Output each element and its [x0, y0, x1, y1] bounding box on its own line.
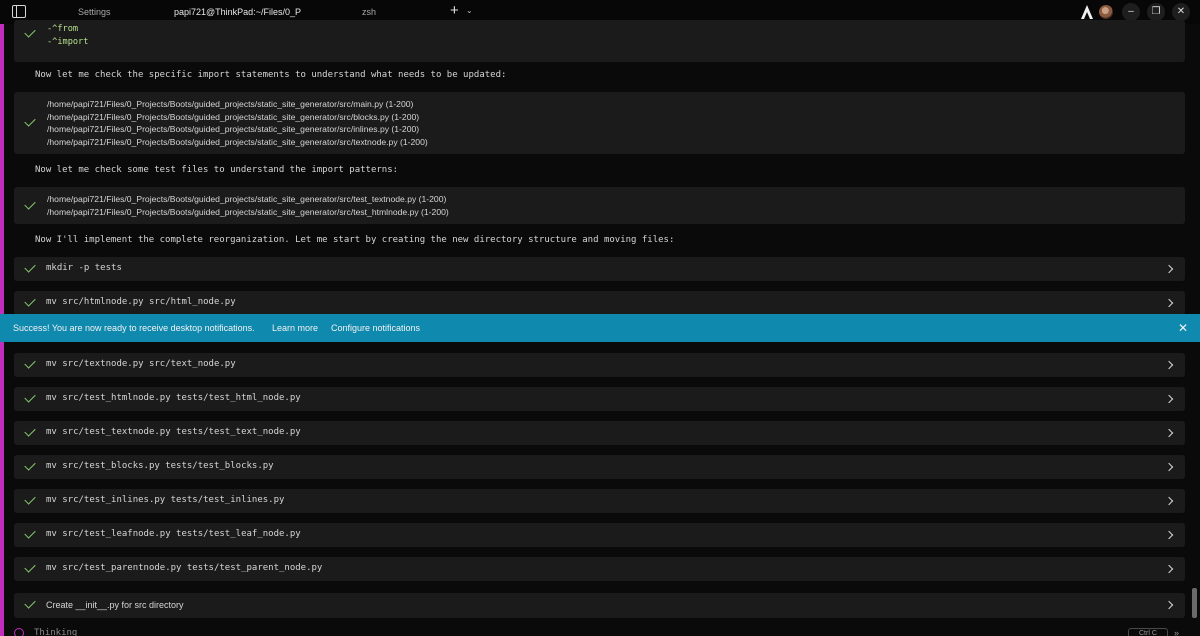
read-file-list: /home/papi721/Files/0_Projects/Boots/gui… [47, 98, 428, 148]
file-path: /home/papi721/Files/0_Projects/Boots/gui… [47, 136, 428, 147]
close-icon[interactable]: ✕ [1178, 314, 1188, 342]
chevron-right-icon[interactable] [1164, 264, 1174, 274]
check-icon [24, 425, 36, 437]
check-icon [24, 295, 36, 307]
chevron-right-icon[interactable] [1164, 564, 1174, 574]
chevron-right-icon[interactable] [1164, 428, 1174, 438]
avatar[interactable] [1099, 5, 1113, 19]
command-text: mv src/textnode.py src/text_node.py [46, 359, 236, 369]
command-block[interactable]: mv src/test_parentnode.py tests/test_par… [14, 557, 1185, 581]
chevron-right-icon[interactable] [1164, 360, 1174, 370]
check-icon [24, 459, 36, 471]
grep-patterns: -^from -^import [47, 23, 88, 48]
command-text: mv src/test_blocks.py tests/test_blocks.… [46, 461, 274, 471]
assistant-message: Now I'll implement the complete reorgani… [35, 235, 675, 245]
fast-forward-icon[interactable]: » [1174, 628, 1179, 636]
brand-logo-icon [1081, 5, 1093, 19]
thinking-status: Thinking [34, 628, 78, 636]
command-block[interactable]: Create __init__.py for src directory [14, 593, 1185, 618]
file-path: /home/papi721/Files/0_Projects/Boots/gui… [47, 111, 420, 122]
chevron-right-icon[interactable] [1164, 462, 1174, 472]
check-icon [24, 115, 36, 127]
file-path: /home/papi721/Files/0_Projects/Boots/gui… [47, 194, 447, 204]
check-icon [24, 561, 36, 573]
sidebar-toggle-icon[interactable] [12, 5, 26, 18]
new-tab-button[interactable]: + [450, 2, 459, 19]
read-file-list: /home/papi721/Files/0_Projects/Boots/gui… [47, 193, 449, 218]
file-path: /home/papi721/Files/0_Projects/Boots/gui… [47, 206, 449, 217]
check-icon [24, 357, 36, 369]
grep-result-block[interactable]: -^from -^import [14, 20, 1185, 62]
command-block[interactable]: mv src/test_textnode.py tests/test_text_… [14, 421, 1185, 445]
file-path: /home/papi721/Files/0_Projects/Boots/gui… [47, 124, 420, 134]
command-text: mv src/test_inlines.py tests/test_inline… [46, 495, 285, 505]
command-block[interactable]: mv src/textnode.py src/text_node.py [14, 353, 1185, 377]
notification-banner: Success! You are now ready to receive de… [0, 314, 1200, 342]
check-icon [24, 493, 36, 505]
chevron-right-icon[interactable] [1164, 496, 1174, 506]
command-text: mkdir -p tests [46, 263, 122, 273]
minimize-button[interactable]: – [1122, 3, 1140, 21]
assistant-message: Now let me check some test files to unde… [35, 165, 399, 175]
grep-pattern-import: -^import [47, 36, 89, 47]
command-text: Create __init__.py for src directory [46, 600, 184, 610]
file-path: /home/papi721/Files/0_Projects/Boots/gui… [47, 99, 414, 109]
command-text: mv src/test_htmlnode.py tests/test_html_… [46, 393, 301, 403]
command-text: mv src/test_leafnode.py tests/test_leaf_… [46, 529, 301, 539]
check-icon [24, 26, 36, 38]
check-icon [24, 391, 36, 403]
assistant-message: Now let me check the specific import sta… [35, 70, 507, 80]
grep-pattern-from: -^from [47, 24, 79, 34]
command-text: mv src/test_parentnode.py tests/test_par… [46, 563, 323, 573]
cancel-shortcut-hint[interactable]: Ctrl C [1128, 628, 1168, 636]
command-block[interactable]: mv src/test_inlines.py tests/test_inline… [14, 489, 1185, 513]
command-block[interactable]: mkdir -p tests [14, 257, 1185, 281]
check-icon [24, 261, 36, 273]
scrollbar-thumb[interactable] [1192, 588, 1197, 618]
chevron-right-icon[interactable] [1164, 600, 1174, 610]
command-block[interactable]: mv src/htmlnode.py src/html_node.py [14, 291, 1185, 315]
thinking-spinner-icon [14, 628, 24, 636]
check-icon [24, 527, 36, 539]
chevron-down-icon[interactable]: ⌄ [466, 6, 473, 15]
check-icon [24, 597, 36, 609]
read-files-block[interactable]: /home/papi721/Files/0_Projects/Boots/gui… [14, 187, 1185, 224]
command-block[interactable]: mv src/test_htmlnode.py tests/test_html_… [14, 387, 1185, 411]
check-icon [24, 198, 36, 210]
configure-notifications-link[interactable]: Configure notifications [331, 314, 420, 342]
chevron-right-icon[interactable] [1164, 394, 1174, 404]
read-files-block[interactable]: /home/papi721/Files/0_Projects/Boots/gui… [14, 92, 1185, 154]
command-text: mv src/test_textnode.py tests/test_text_… [46, 427, 301, 437]
chevron-right-icon[interactable] [1164, 298, 1174, 308]
chevron-right-icon[interactable] [1164, 530, 1174, 540]
restore-button[interactable]: ❐ [1147, 3, 1165, 21]
close-window-button[interactable]: ✕ [1172, 3, 1190, 21]
command-block[interactable]: mv src/test_leafnode.py tests/test_leaf_… [14, 523, 1185, 547]
command-block[interactable]: mv src/test_blocks.py tests/test_blocks.… [14, 455, 1185, 479]
command-text: mv src/htmlnode.py src/html_node.py [46, 297, 236, 307]
learn-more-link[interactable]: Learn more [272, 314, 318, 342]
notification-message: Success! You are now ready to receive de… [13, 323, 255, 333]
